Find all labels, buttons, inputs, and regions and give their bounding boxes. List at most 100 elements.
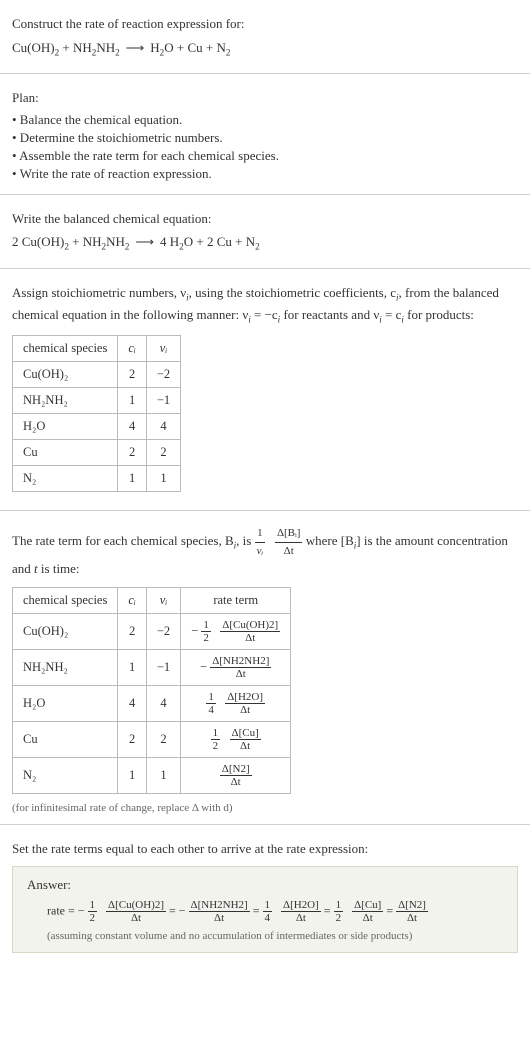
table-row: NH₂NH₂1−1 xyxy=(13,388,181,414)
cell: 2 xyxy=(118,721,147,757)
answer-box: Answer: rate = − 12 Δ[Cu(OH)2]Δt = − Δ[N… xyxy=(12,866,518,953)
eq-text: 2 Cu(OH) xyxy=(12,234,64,249)
table-header-row: chemical species cᵢ νᵢ xyxy=(13,336,181,362)
eq-text: O + 2 Cu + N xyxy=(184,234,255,249)
fraction: Δ[H2O]Δt xyxy=(281,899,321,924)
cell: 1 xyxy=(118,466,147,492)
text: = − xyxy=(169,903,186,917)
den: Δt xyxy=(275,543,303,560)
cell: Cu xyxy=(13,440,118,466)
cell: NH₂NH₂ xyxy=(13,649,118,685)
cell: N₂ xyxy=(13,466,118,492)
eq-text: + NH xyxy=(69,234,102,249)
cell-rate: 12 Δ[Cu]Δt xyxy=(181,721,291,757)
cell: H₂O xyxy=(13,685,118,721)
cell: 4 xyxy=(146,685,180,721)
cell: NH₂NH₂ xyxy=(13,388,118,414)
text: for products: xyxy=(404,307,474,322)
table-row: Cu 2 2 12 Δ[Cu]Δt xyxy=(13,721,291,757)
cell: 4 xyxy=(118,685,147,721)
col-species: chemical species xyxy=(13,336,118,362)
text: , is xyxy=(236,533,254,548)
assumption-note: (assuming constant volume and no accumul… xyxy=(47,930,503,942)
fraction: Δ[Cu]Δt xyxy=(352,899,383,924)
cell: 2 xyxy=(146,440,180,466)
section-rate-terms: The rate term for each chemical species,… xyxy=(0,511,530,825)
balanced-equation: 2 Cu(OH)2 + NH2NH2⟶4 H2O + 2 Cu + N2 xyxy=(12,234,518,252)
eq-text: + NH xyxy=(59,40,92,55)
section-rate-expression: Set the rate terms equal to each other t… xyxy=(0,825,530,968)
table-row: Cu22 xyxy=(13,440,181,466)
cell: 1 xyxy=(146,757,180,793)
fraction: 12 xyxy=(201,619,211,644)
answer-label: Answer: xyxy=(27,877,503,893)
col-species: chemical species xyxy=(13,587,118,613)
text: = −c xyxy=(251,307,278,322)
cell: 2 xyxy=(118,613,147,649)
section-balanced: Write the balanced chemical equation: 2 … xyxy=(0,195,530,269)
cell: 2 xyxy=(118,362,147,388)
text: = xyxy=(324,903,334,917)
eq-text: NH xyxy=(96,40,115,55)
num: 1 xyxy=(255,525,266,543)
infinitesimal-note: (for infinitesimal rate of change, repla… xyxy=(12,802,518,814)
cell: 1 xyxy=(118,757,147,793)
plan-bullet: • Write the rate of reaction expression. xyxy=(12,166,518,182)
table-header-row: chemical species cᵢ νᵢ rate term xyxy=(13,587,291,613)
table-row: Cu(OH)₂ 2 −2 − 12 Δ[Cu(OH)2]Δt xyxy=(13,613,291,649)
plan-bullet: • Assemble the rate term for each chemic… xyxy=(12,148,518,164)
cell-rate: Δ[N2]Δt xyxy=(181,757,291,793)
reaction-arrow-icon: ⟶ xyxy=(120,40,151,55)
fraction: Δ[Cu(OH)2]Δt xyxy=(106,899,166,924)
col-vi: νᵢ xyxy=(146,587,180,613)
fraction: 12 xyxy=(211,727,221,752)
text: rate = − xyxy=(47,903,85,917)
fraction: 14 xyxy=(263,899,273,924)
cell-rate: − 12 Δ[Cu(OH)2]Δt xyxy=(181,613,291,649)
cell-rate: − Δ[NH2NH2]Δt xyxy=(181,649,291,685)
plan-bullet: • Balance the chemical equation. xyxy=(12,112,518,128)
text: The rate term for each chemical species,… xyxy=(12,533,234,548)
rate-term-table: chemical species cᵢ νᵢ rate term Cu(OH)₂… xyxy=(12,587,291,794)
table-row: Cu(OH)₂2−2 xyxy=(13,362,181,388)
cell: Cu xyxy=(13,721,118,757)
text: , using the stoichiometric coefficients,… xyxy=(189,285,396,300)
cell: 4 xyxy=(118,414,147,440)
text: where [B xyxy=(306,533,354,548)
section-construct: Construct the rate of reaction expressio… xyxy=(0,0,530,74)
cell: H₂O xyxy=(13,414,118,440)
table-row: N₂ 1 1 Δ[N2]Δt xyxy=(13,757,291,793)
text: for reactants and ν xyxy=(280,307,379,322)
rate-expr-title: Set the rate terms equal to each other t… xyxy=(12,839,518,859)
cell: 1 xyxy=(146,466,180,492)
cell: −2 xyxy=(146,362,180,388)
cell: Cu(OH)₂ xyxy=(13,613,118,649)
table-row: NH₂NH₂ 1 −1 − Δ[NH2NH2]Δt xyxy=(13,649,291,685)
section-stoich: Assign stoichiometric numbers, νi, using… xyxy=(0,269,530,511)
balanced-title: Write the balanced chemical equation: xyxy=(12,209,518,229)
col-rate-term: rate term xyxy=(181,587,291,613)
fraction: Δ[H2O]Δt xyxy=(225,691,265,716)
cell: N₂ xyxy=(13,757,118,793)
fraction: Δ[N2]Δt xyxy=(396,899,428,924)
text: = xyxy=(253,903,263,917)
cell: 1 xyxy=(118,649,147,685)
rate-equation: rate = − 12 Δ[Cu(OH)2]Δt = − Δ[NH2NH2]Δt… xyxy=(47,899,503,924)
unbalanced-equation: Cu(OH)2 + NH2NH2⟶H2O + Cu + N2 xyxy=(12,40,518,58)
fraction: 12 xyxy=(88,899,98,924)
eq-sub: 2 xyxy=(255,242,260,252)
cell-rate: 14 Δ[H2O]Δt xyxy=(181,685,291,721)
cell: −1 xyxy=(146,649,180,685)
cell: 2 xyxy=(118,440,147,466)
eq-sub: 2 xyxy=(115,47,120,57)
cell: −2 xyxy=(146,613,180,649)
sign: − xyxy=(191,623,198,637)
col-ci: cᵢ xyxy=(118,587,147,613)
fraction: 12 xyxy=(334,899,344,924)
text: Assign stoichiometric numbers, ν xyxy=(12,285,186,300)
text: = xyxy=(386,903,396,917)
cell: 4 xyxy=(146,414,180,440)
eq-text: Cu(OH) xyxy=(12,40,55,55)
table-row: N₂11 xyxy=(13,466,181,492)
reaction-arrow-icon: ⟶ xyxy=(129,234,160,249)
